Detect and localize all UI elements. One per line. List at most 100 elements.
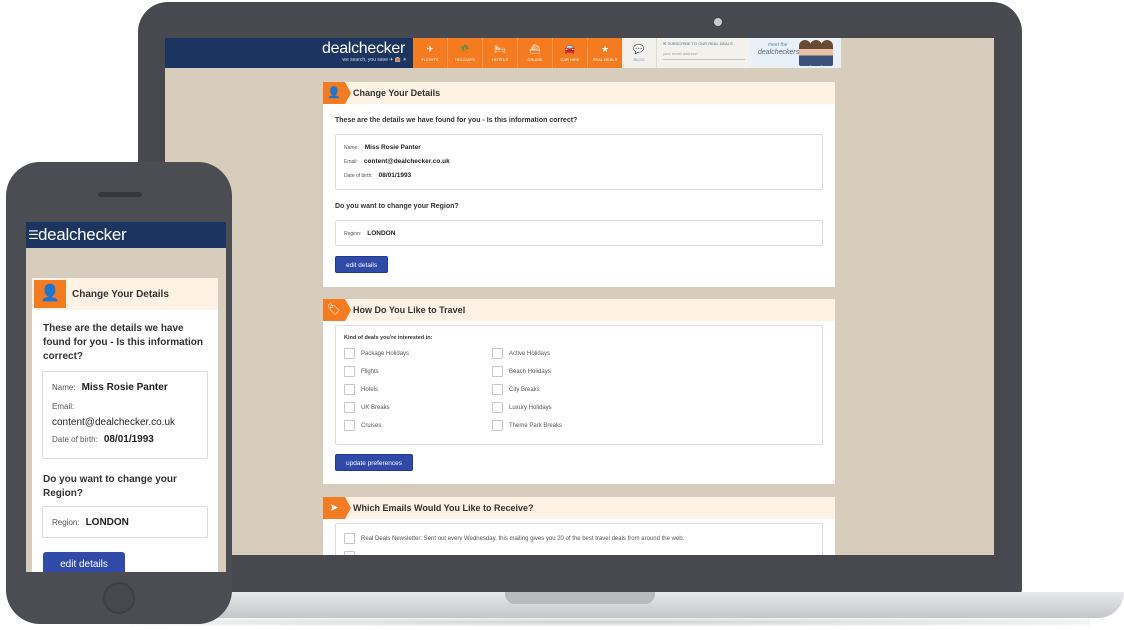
mobile-header: ☰ dealchecker — [26, 222, 226, 248]
luggage-tag-icon: 🏷 — [323, 299, 351, 321]
nav-car-hire[interactable]: 🚘 CAR HIRE — [553, 38, 588, 68]
nav-blog[interactable]: 💬 BLOG — [622, 38, 656, 68]
emails-box: Real Deals Newsletter: Sent out every We… — [335, 523, 823, 555]
details-card-title: Change Your Details — [353, 88, 441, 98]
checkbox[interactable] — [344, 384, 355, 395]
checkbox-uk-breaks[interactable]: UK Breaks — [344, 402, 390, 413]
region-box: Region: LONDON — [335, 220, 823, 246]
main-nav: ✈ FLIGHTS 🌴 HOLIDAYS 🛏 HOTELS ⛴ CRUISE 🚘 — [413, 38, 622, 68]
email-row: Email: content@dealchecker.co.uk — [344, 158, 450, 165]
mobile-name-row: Name: Miss Rosie Panter — [52, 382, 168, 393]
plane-icon: ✈ — [426, 44, 434, 54]
mobile-logo[interactable]: dealchecker — [38, 225, 127, 245]
region-row: Region: LONDON — [344, 230, 395, 237]
user-icon: 👤 — [34, 280, 66, 308]
checkbox-package-holidays[interactable]: Package Holidays — [344, 348, 409, 359]
checkbox[interactable] — [492, 366, 503, 377]
checkbox-label: UK Breaks — [361, 404, 390, 411]
device-mockup: dealchecker we search, you save ✈ 🏨 ☀ ✈ … — [0, 0, 1124, 630]
meet-dealcheckers-banner[interactable]: meet the dealcheckers — [750, 38, 841, 68]
checkbox[interactable] — [344, 420, 355, 431]
nav-flights[interactable]: ✈ FLIGHTS — [413, 38, 448, 68]
emails-card-header: ➤ Which Emails Would You Like to Receive… — [323, 497, 835, 519]
site-tagline: we search, you save ✈ 🏨 ☀ — [342, 57, 407, 63]
speaker-grille — [98, 192, 142, 197]
name-row: Name: Miss Rosie Panter — [344, 144, 421, 151]
checkbox[interactable] — [492, 384, 503, 395]
subscribe-email-input[interactable]: your email address* — [663, 51, 745, 60]
emails-card: ➤ Which Emails Would You Like to Receive… — [323, 497, 835, 555]
checkbox-label: Real Deals Newsletter: Sent out every We… — [361, 535, 685, 542]
details-card-header: 👤 Change Your Details — [323, 82, 835, 104]
checkbox[interactable] — [344, 551, 355, 555]
star-icon: ★ — [600, 44, 610, 54]
dob-label: Date of birth: — [52, 435, 98, 444]
checkbox-luxury-holidays[interactable]: Luxury Holidays — [492, 402, 552, 413]
checkbox-label: Package Holidays — [361, 350, 410, 357]
details-box: Name: Miss Rosie Panter Email: content@dea… — [335, 134, 823, 190]
checkbox[interactable] — [344, 348, 355, 359]
subscribe-panel: ✉ SUBSCRIBE TO OUR REAL DEALS your email… — [656, 38, 750, 68]
details-card: 👤 Change Your Details These are the deta… — [323, 82, 835, 287]
checkbox[interactable] — [344, 402, 355, 413]
laptop-screen: dealchecker we search, you save ✈ 🏨 ☀ ✈ … — [165, 38, 994, 555]
nav-hotels[interactable]: 🛏 HOTELS — [483, 38, 518, 68]
bed-icon: 🛏 — [494, 44, 506, 54]
phone-screen: ☰ dealchecker 👤 Change Your Details Thes… — [26, 222, 226, 572]
nav-label: FLIGHTS — [421, 57, 439, 62]
mobile-card-title: Change Your Details — [72, 289, 169, 300]
checkbox[interactable] — [344, 533, 355, 544]
region-question: Do you want to change your Region? — [335, 203, 459, 210]
mobile-region-question: Do you want to change your Region? — [43, 474, 177, 499]
mobile-dob-row: Date of birth: 08/01/1993 — [52, 434, 154, 445]
mobile-edit-details-button[interactable]: edit details — [43, 552, 125, 572]
checkbox-label: Cruises — [361, 422, 382, 429]
user-icon: 👤 — [323, 82, 351, 104]
travel-card: 🏷 How Do You Like to Travel Kind of deal… — [323, 299, 835, 484]
checkbox-real-deals-newsletter[interactable]: Real Deals Newsletter: Sent out every We… — [344, 533, 684, 544]
travel-card-title: How Do You Like to Travel — [353, 305, 466, 315]
nav-cruise[interactable]: ⛴ CRUISE — [518, 38, 553, 68]
dob-value: 08/01/1993 — [103, 434, 154, 445]
checkbox-city-breaks[interactable]: City Breaks — [492, 384, 540, 395]
checkbox[interactable] — [344, 366, 355, 377]
checkbox[interactable] — [492, 348, 503, 359]
region-value: LONDON — [85, 517, 129, 528]
mobile-details-question: These are the details we have found for … — [43, 323, 203, 362]
palm-tree-icon: 🌴 — [459, 44, 471, 54]
nav-label: BLOG — [633, 57, 645, 62]
checkbox-flights[interactable]: Flights — [344, 366, 379, 377]
nav-holidays[interactable]: 🌴 HOLIDAYS — [448, 38, 483, 68]
region-value: LONDON — [367, 230, 396, 237]
email-label: Email: — [344, 159, 358, 165]
checkbox-email-option[interactable] — [344, 551, 355, 555]
email-value: content@dealchecker.co.uk — [363, 158, 450, 165]
home-button[interactable] — [103, 582, 135, 614]
laptop-shadow — [130, 618, 1090, 626]
checkbox-hotels[interactable]: Hotels — [344, 384, 378, 395]
update-preferences-button[interactable]: update preferences — [335, 454, 414, 471]
checkbox[interactable] — [492, 420, 503, 431]
mobile-card-header: 👤 Change Your Details — [32, 278, 218, 310]
nav-label: CRUISE — [527, 57, 543, 62]
dob-value: 08/01/1993 — [378, 172, 412, 179]
name-label: Name: — [344, 145, 359, 151]
checkbox-beach-holidays[interactable]: Beach Holidays — [492, 366, 551, 377]
mobile-region-box: Region: LONDON — [42, 506, 208, 538]
name-value: Miss Rosie Panter — [364, 144, 421, 151]
checkbox-active-holidays[interactable]: Active Holidays — [492, 348, 550, 359]
checkbox-theme-park-breaks[interactable]: Theme Park Breaks — [492, 420, 562, 431]
nav-real-deals[interactable]: ★ REAL DEALS — [588, 38, 622, 68]
site-logo[interactable]: dealchecker — [315, 40, 405, 58]
checkbox[interactable] — [492, 402, 503, 413]
deals-box: Kind of deals you're interested in: Pack… — [335, 325, 823, 445]
mobile-details-card: 👤 Change Your Details These are the deta… — [32, 278, 218, 572]
region-label: Region: — [344, 231, 362, 237]
checkbox-label: City Breaks — [509, 386, 540, 393]
edit-details-button[interactable]: edit details — [335, 256, 389, 273]
camera-icon — [714, 18, 722, 26]
ship-icon: ⛴ — [529, 44, 541, 54]
mobile-email-label: Email: — [52, 402, 75, 411]
paper-plane-icon: ➤ — [323, 497, 351, 519]
checkbox-cruises[interactable]: Cruises — [344, 420, 381, 431]
